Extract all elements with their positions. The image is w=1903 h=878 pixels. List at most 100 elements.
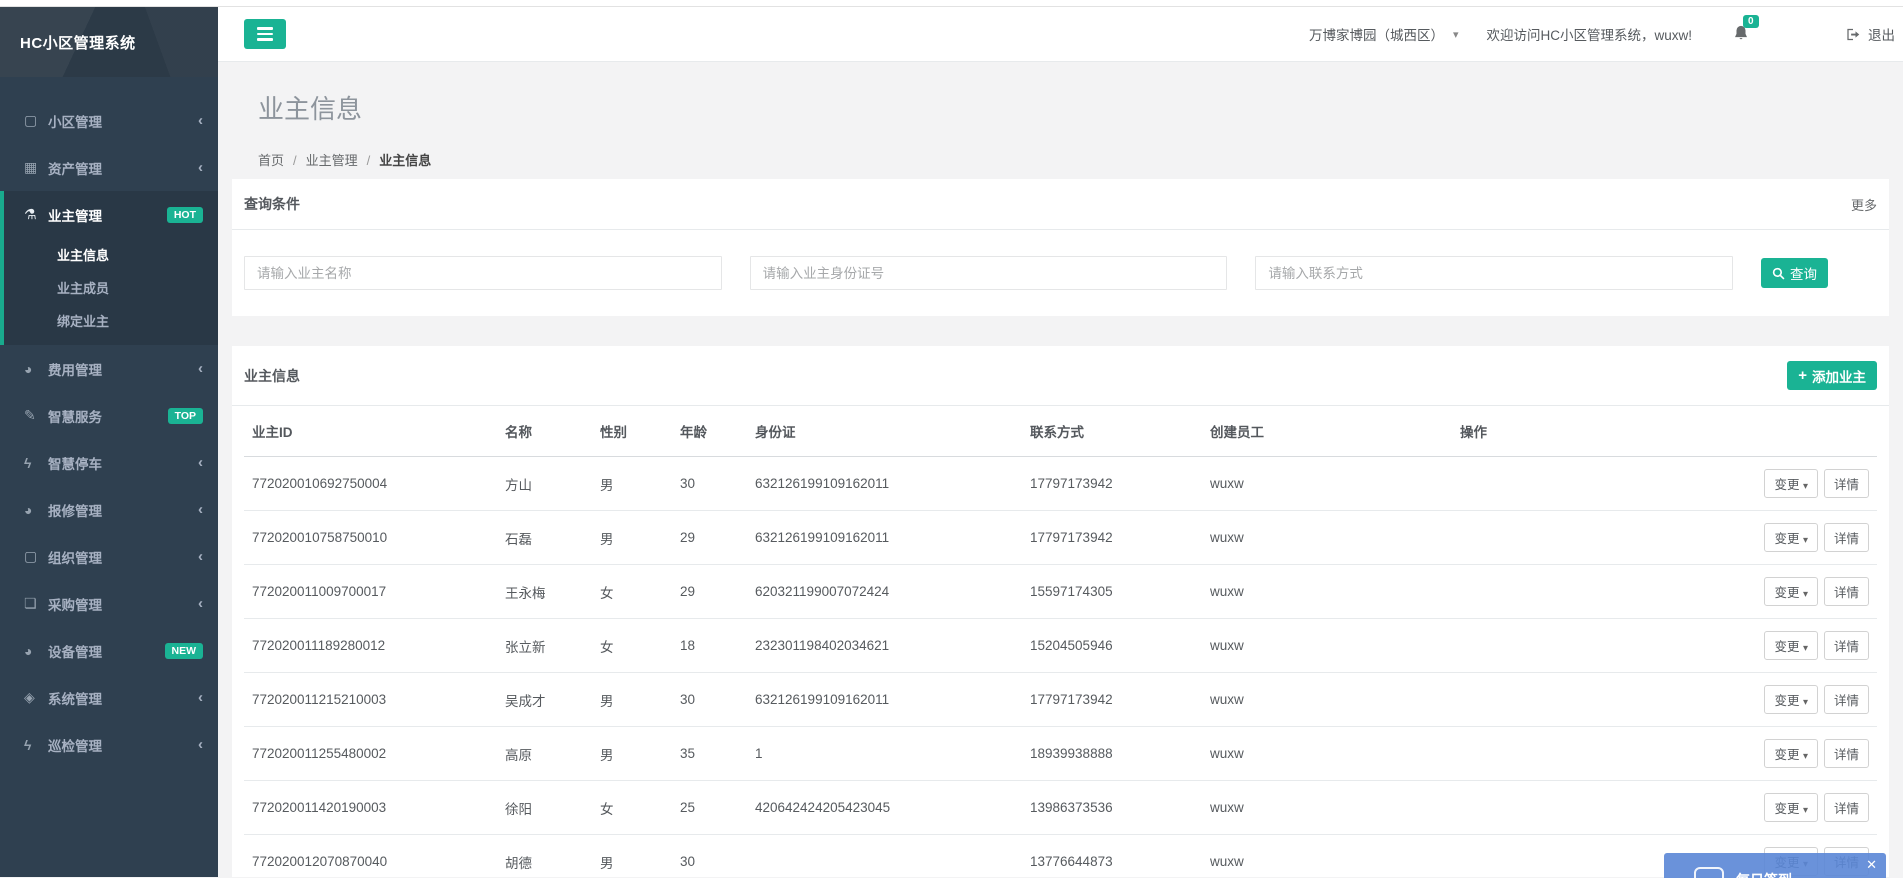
sidebar-item-2[interactable]: ▦ 资产管理 ‹ bbox=[0, 144, 218, 191]
cell-name: 徐阳 bbox=[497, 781, 592, 835]
cell-idcard bbox=[747, 835, 1022, 878]
breadcrumb-home[interactable]: 首页 bbox=[258, 153, 306, 168]
sidebar-item-4[interactable]: ◕ 费用管理 ‹ bbox=[0, 345, 218, 392]
breadcrumb-owner-mgmt[interactable]: 业主管理 bbox=[306, 153, 380, 168]
menu-badge: NEW bbox=[165, 643, 204, 659]
detail-button[interactable]: 详情 bbox=[1824, 739, 1869, 768]
sidebar-item-1[interactable]: ▢ 小区管理 ‹ bbox=[0, 97, 218, 144]
close-icon[interactable]: ✕ bbox=[1866, 857, 1877, 873]
cell-creator: wuxw bbox=[1202, 781, 1452, 835]
query-panel: 查询条件 更多 查询 bbox=[232, 179, 1889, 316]
table-row: 772020011255480002 高原 男 35 1 18939938888… bbox=[244, 727, 1877, 781]
caret-down-icon: ▾ bbox=[1803, 805, 1808, 816]
cell-owner-id: 772020011420190003 bbox=[244, 781, 497, 835]
cell-phone: 13776644873 bbox=[1022, 835, 1202, 878]
cell-idcard: 620321199007072424 bbox=[747, 565, 1022, 619]
cell-gender: 男 bbox=[592, 673, 672, 727]
logout-label: 退出 bbox=[1868, 24, 1895, 44]
cell-gender: 女 bbox=[592, 619, 672, 673]
sidebar-subitem[interactable]: 业主信息 bbox=[4, 238, 218, 271]
sidebar-subitem[interactable]: 业主成员 bbox=[4, 271, 218, 304]
sidebar-group: ▢ 组织管理 ‹ bbox=[0, 533, 218, 580]
sidebar-group: ⚗ 业主管理 HOT 业主信息 业主成员 绑定业主 bbox=[0, 191, 218, 345]
cell-owner-id: 772020012070870040 bbox=[244, 835, 497, 878]
sidebar-group: ◕ 报修管理 ‹ bbox=[0, 486, 218, 533]
search-button-label: 查询 bbox=[1790, 263, 1817, 283]
cell-name: 方山 bbox=[497, 457, 592, 511]
cell-creator: wuxw bbox=[1202, 565, 1452, 619]
sidebar-item-8[interactable]: ▢ 组织管理 ‹ bbox=[0, 533, 218, 580]
change-button[interactable]: 变更 ▾ bbox=[1764, 469, 1818, 498]
detail-button[interactable]: 详情 bbox=[1824, 685, 1869, 714]
top-strip bbox=[0, 0, 1903, 7]
sidebar-item-6[interactable]: ϟ 智慧停车 ‹ bbox=[0, 439, 218, 486]
signin-calendar-icon bbox=[1694, 867, 1724, 878]
cell-gender: 男 bbox=[592, 511, 672, 565]
search-icon bbox=[1772, 267, 1785, 280]
sidebar-item-label: 设备管理 bbox=[48, 641, 102, 661]
sidebar-group: ◕ 设备管理 NEW bbox=[0, 627, 218, 674]
cell-creator: wuxw bbox=[1202, 457, 1452, 511]
sidebar-group: ϟ 智慧停车 ‹ bbox=[0, 439, 218, 486]
caret-down-icon: ▾ bbox=[1803, 535, 1808, 546]
grid-icon: ▦ bbox=[24, 159, 48, 176]
gem-icon: ◈ bbox=[24, 689, 48, 706]
breadcrumb-current: 业主信息 bbox=[379, 153, 431, 168]
owners-panel: 业主信息 + 添加业主 业主ID名称性别年龄身份证联系方式创建员工操作 7720… bbox=[232, 346, 1889, 877]
column-header-7: 创建员工 bbox=[1202, 406, 1452, 457]
sidebar-toggle-button[interactable] bbox=[244, 19, 286, 49]
sidebar-group: ❏ 采购管理 ‹ bbox=[0, 580, 218, 627]
detail-button[interactable]: 详情 bbox=[1824, 469, 1869, 498]
sidebar-item-3[interactable]: ⚗ 业主管理 HOT bbox=[4, 191, 218, 238]
sidebar-item-label: 报修管理 bbox=[48, 500, 102, 520]
community-selector-label: 万博家博园（城西区） bbox=[1309, 24, 1444, 44]
cell-gender: 女 bbox=[592, 781, 672, 835]
chevron-left-icon: ‹ bbox=[198, 549, 203, 564]
cell-phone: 17797173942 bbox=[1022, 673, 1202, 727]
sidebar-item-12[interactable]: ϟ 巡检管理 ‹ bbox=[0, 721, 218, 768]
table-row: 772020011215210003 吴成才 男 30 632126199109… bbox=[244, 673, 1877, 727]
cell-idcard: 420642424205423045 bbox=[747, 781, 1022, 835]
more-link[interactable]: 更多 bbox=[1851, 195, 1877, 214]
cell-owner-id: 772020011189280012 bbox=[244, 619, 497, 673]
sidebar-item-label: 采购管理 bbox=[48, 594, 102, 614]
column-header-3: 性别 bbox=[592, 406, 672, 457]
detail-button[interactable]: 详情 bbox=[1824, 523, 1869, 552]
logout-button[interactable]: 退出 bbox=[1845, 24, 1895, 44]
plus-icon: + bbox=[1798, 368, 1807, 383]
change-button[interactable]: 变更 ▾ bbox=[1764, 631, 1818, 660]
owner-name-input[interactable] bbox=[244, 256, 722, 290]
daily-signin-toast[interactable]: ✕ 每日签到 bbox=[1664, 853, 1886, 878]
sidebar-item-11[interactable]: ◈ 系统管理 ‹ bbox=[0, 674, 218, 721]
sidebar-item-5[interactable]: ✎ 智慧服务 TOP bbox=[0, 392, 218, 439]
owners-table-body: 772020010692750004 方山 男 30 6321261991091… bbox=[244, 457, 1877, 878]
app-logo: HC小区管理系统 bbox=[0, 7, 218, 77]
change-button[interactable]: 变更 ▾ bbox=[1764, 523, 1818, 552]
laptop-icon: ▢ bbox=[24, 112, 48, 129]
search-button[interactable]: 查询 bbox=[1761, 258, 1828, 288]
sidebar-item-9[interactable]: ❏ 采购管理 ‹ bbox=[0, 580, 218, 627]
sidebar-subitem[interactable]: 绑定业主 bbox=[4, 304, 218, 337]
change-button[interactable]: 变更 ▾ bbox=[1764, 577, 1818, 606]
cell-age: 30 bbox=[672, 673, 747, 727]
community-selector[interactable]: 万博家博园（城西区） ▾ bbox=[1309, 24, 1459, 44]
chevron-left-icon: ‹ bbox=[198, 455, 203, 470]
detail-button[interactable]: 详情 bbox=[1824, 793, 1869, 822]
change-button[interactable]: 变更 ▾ bbox=[1764, 685, 1818, 714]
add-owner-button[interactable]: + 添加业主 bbox=[1787, 361, 1877, 390]
column-header-8: 操作 bbox=[1452, 406, 1877, 457]
sidebar-item-7[interactable]: ◕ 报修管理 ‹ bbox=[0, 486, 218, 533]
detail-button[interactable]: 详情 bbox=[1824, 631, 1869, 660]
notifications-button[interactable]: 0 bbox=[1732, 24, 1750, 45]
sidebar-item-10[interactable]: ◕ 设备管理 NEW bbox=[0, 627, 218, 674]
cell-age: 25 bbox=[672, 781, 747, 835]
owner-phone-input[interactable] bbox=[1255, 256, 1733, 290]
owner-idcard-input[interactable] bbox=[750, 256, 1228, 290]
sidebar-item-label: 业主管理 bbox=[48, 205, 102, 225]
owners-table: 业主ID名称性别年龄身份证联系方式创建员工操作 7720200106927500… bbox=[244, 406, 1877, 877]
caret-down-icon: ▾ bbox=[1803, 589, 1808, 600]
change-button[interactable]: 变更 ▾ bbox=[1764, 739, 1818, 768]
change-button[interactable]: 变更 ▾ bbox=[1764, 793, 1818, 822]
detail-button[interactable]: 详情 bbox=[1824, 577, 1869, 606]
desktop-icon: ▢ bbox=[24, 548, 48, 565]
